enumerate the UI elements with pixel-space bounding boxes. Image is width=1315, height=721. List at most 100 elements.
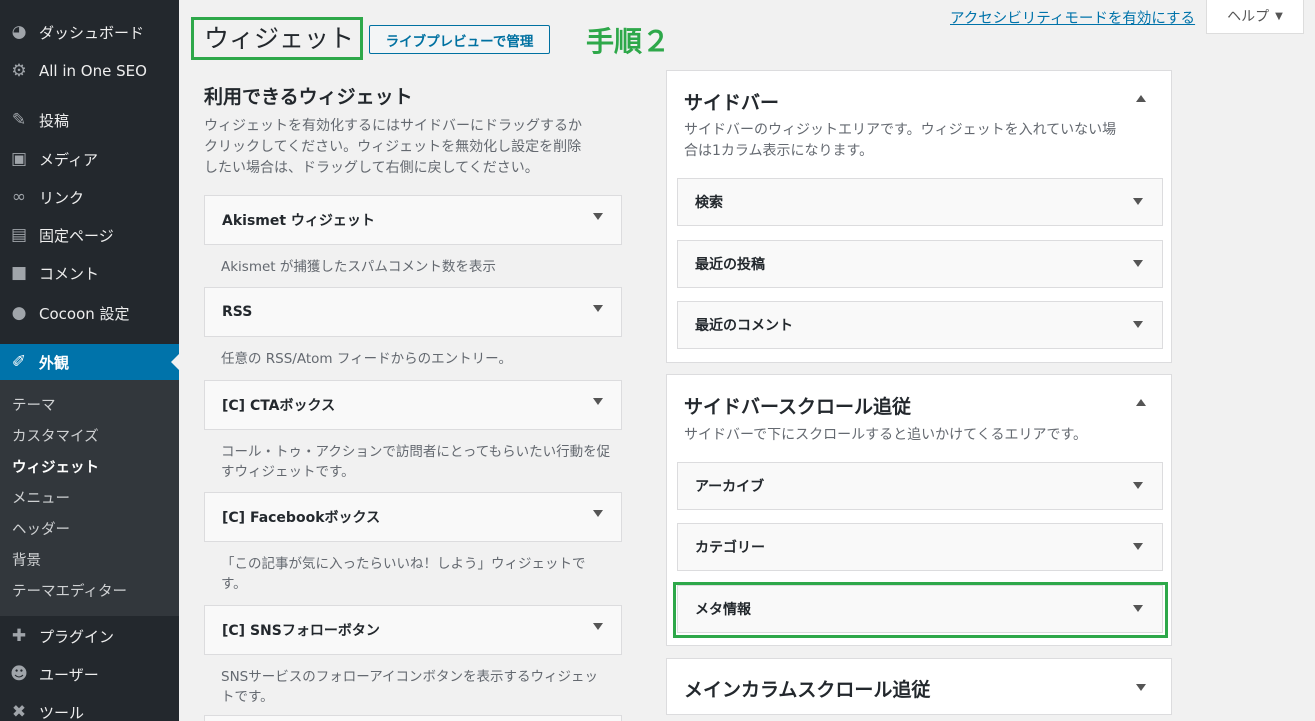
widget-title: [C] Facebookボックス <box>222 510 381 526</box>
sidebar-item-dashboard[interactable]: ◕ ダッシュボード <box>0 14 179 50</box>
sidebar-item-posts[interactable]: ✎ 投稿 <box>0 102 179 138</box>
comment-icon: ■ <box>10 263 28 283</box>
sidebar-item-label: 外観 <box>39 353 70 372</box>
widget-title: RSS <box>222 304 253 320</box>
circle-icon: ● <box>11 303 27 323</box>
page-title: ウィジェット <box>191 17 363 60</box>
placed-widget-search[interactable]: 検索 <box>677 178 1163 226</box>
submenu-item-widgets[interactable]: ウィジェット <box>12 457 99 479</box>
submenu-item-background[interactable]: 背景 <box>12 550 41 572</box>
placed-widget-categories[interactable]: カテゴリー <box>677 523 1163 571</box>
pin-icon: ✎ <box>11 110 27 130</box>
sidebar-item-pages[interactable]: ▤ 固定ページ <box>0 217 179 253</box>
gear-icon: ⚙ <box>11 61 27 81</box>
widget-area-sidebar: サイドバー サイドバーのウィジットエリアです。ウィジェットを入れていない場合は1… <box>666 70 1172 363</box>
sidebar-item-label: ダッシュボード <box>39 23 145 42</box>
caret-down-icon <box>1133 543 1143 550</box>
sidebar-item-label: メディア <box>39 150 98 169</box>
sidebar-item-label: リンク <box>39 188 85 207</box>
help-label: ヘルプ <box>1227 9 1270 25</box>
widget-area-title: サイドバー <box>684 92 780 114</box>
sidebar-item-label: プラグイン <box>39 627 115 646</box>
widget-facebook-box[interactable]: [C] Facebookボックス <box>204 492 622 542</box>
sidebar-item-aioseo[interactable]: ⚙ All in One SEO <box>0 53 179 89</box>
sidebar-item-label: ツール <box>39 703 85 721</box>
widget-sns-follow[interactable]: [C] SNSフォローボタン <box>204 605 622 655</box>
sidebar-item-tools[interactable]: ✖ ツール <box>0 694 179 721</box>
sidebar-item-label: コメント <box>39 264 100 283</box>
caret-down-icon <box>593 305 603 312</box>
widget-area-description: サイドバーで下にスクロールすると追いかけてくるエリアです。 <box>684 427 1088 443</box>
submenu-item-menus[interactable]: メニュー <box>12 488 70 510</box>
available-widgets-title: 利用できるウィジェット <box>204 86 413 108</box>
widget-description: 「この記事が気に入ったらいいね！しよう」ウィジェットです。 <box>221 556 586 592</box>
sidebar-item-media[interactable]: ▣ メディア <box>0 141 179 177</box>
placed-widget-recent-comments[interactable]: 最近のコメント <box>677 301 1163 349</box>
widget-area-main-scroll: メインカラムスクロール追従 <box>666 658 1172 715</box>
sidebar-item-appearance[interactable]: ✐ 外観 <box>0 344 179 380</box>
widget-description: 任意の RSS/Atom フィードからのエントリー。 <box>221 351 512 367</box>
caret-down-icon <box>593 510 603 517</box>
widget-area-description: サイドバーのウィジットエリアです。ウィジェットを入れていない場合は1カラム表示に… <box>684 122 1117 159</box>
caret-down-icon <box>1133 482 1143 489</box>
sidebar-item-label: 投稿 <box>39 111 70 130</box>
page-icon: ▤ <box>10 225 28 245</box>
appearance-submenu: テーマ カスタマイズ ウィジェット メニュー ヘッダー 背景 テーマエディター <box>0 380 179 616</box>
submenu-item-themes[interactable]: テーマ <box>12 395 56 417</box>
caret-down-icon <box>1133 321 1143 328</box>
help-tab-button[interactable]: ヘルプ ▼ <box>1206 0 1304 34</box>
submenu-item-customize[interactable]: カスタマイズ <box>12 426 99 448</box>
collapse-toggle-icon[interactable] <box>1136 399 1146 406</box>
meta-widget-highlight <box>673 582 1168 638</box>
widget-akismet[interactable]: Akismet ウィジェット <box>204 195 622 245</box>
sidebar-item-cocoon[interactable]: ● Cocoon 設定 <box>0 295 179 331</box>
widget-area-title: メインカラムスクロール追従 <box>684 679 931 701</box>
plugin-icon: ✚ <box>11 626 27 646</box>
sidebar-item-label: 固定ページ <box>39 226 114 245</box>
dashboard-icon: ◕ <box>11 22 27 42</box>
widget-next[interactable] <box>204 715 622 721</box>
widget-title: Akismet ウィジェット <box>222 213 375 229</box>
available-widgets-description: ウィジェットを有効化するにはサイドバーにドラッグするかクリックしてください。ウィ… <box>204 118 582 176</box>
widget-cta-box[interactable]: [C] CTAボックス <box>204 380 622 430</box>
widget-title: 最近の投稿 <box>695 257 765 273</box>
widget-title: 検索 <box>695 195 723 211</box>
widget-area-title: サイドバースクロール追従 <box>684 396 912 418</box>
step-annotation: 手順２ <box>586 25 671 58</box>
sidebar-item-comments[interactable]: ■ コメント <box>0 255 179 291</box>
widget-description: SNSサービスのフォローアイコンボタンを表示するウィジェットです。 <box>221 669 599 705</box>
sidebar-item-links[interactable]: ∞ リンク <box>0 179 179 215</box>
caret-down-icon <box>1133 260 1143 267</box>
media-icon: ▣ <box>10 149 28 169</box>
accessibility-mode-link[interactable]: アクセシビリティモードを有効にする <box>950 7 1195 28</box>
expand-toggle-icon[interactable] <box>1136 684 1146 691</box>
submenu-item-theme-editor[interactable]: テーマエディター <box>12 581 127 603</box>
collapse-toggle-icon[interactable] <box>1136 95 1146 102</box>
caret-down-icon: ▼ <box>1275 10 1283 22</box>
widget-description: Akismet が捕獲したスパムコメント数を表示 <box>221 259 496 275</box>
caret-down-icon <box>1133 198 1143 205</box>
brush-icon: ✐ <box>11 352 27 372</box>
caret-down-icon <box>593 623 603 630</box>
wrench-icon: ✖ <box>11 702 27 721</box>
widget-title: 最近のコメント <box>695 318 793 334</box>
submenu-item-header[interactable]: ヘッダー <box>12 519 70 541</box>
caret-down-icon <box>593 213 603 220</box>
sidebar-item-users[interactable]: ☻ ユーザー <box>0 656 179 692</box>
widget-title: カテゴリー <box>695 540 765 556</box>
widget-title: [C] CTAボックス <box>222 398 336 414</box>
admin-sidebar: ◕ ダッシュボード ⚙ All in One SEO ✎ 投稿 ▣ メディア ∞… <box>0 0 179 721</box>
widget-description: コール・トゥ・アクションで訪問者にとってもらいたい行動を促すウィジェットです。 <box>221 444 611 480</box>
placed-widget-archives[interactable]: アーカイブ <box>677 462 1163 510</box>
widget-title: [C] SNSフォローボタン <box>222 623 380 639</box>
placed-widget-recent-posts[interactable]: 最近の投稿 <box>677 240 1163 288</box>
user-icon: ☻ <box>10 664 28 684</box>
caret-down-icon <box>593 398 603 405</box>
sidebar-item-label: Cocoon 設定 <box>39 304 130 323</box>
sidebar-item-label: ユーザー <box>39 665 99 684</box>
sidebar-item-plugins[interactable]: ✚ プラグイン <box>0 618 179 654</box>
widget-rss[interactable]: RSS <box>204 287 622 337</box>
widget-title: アーカイブ <box>695 479 765 495</box>
link-icon: ∞ <box>11 187 27 207</box>
live-preview-button[interactable]: ライブプレビューで管理 <box>369 25 550 54</box>
